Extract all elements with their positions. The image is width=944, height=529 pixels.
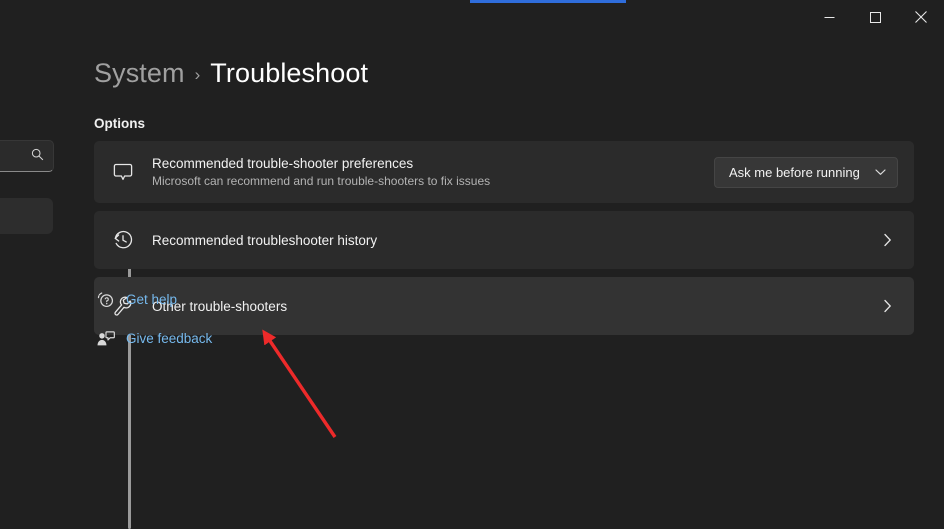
card-text: Recommended trouble-shooter preferences … — [148, 156, 714, 188]
chevron-right-icon: › — [194, 64, 201, 84]
maximize-button[interactable] — [852, 0, 898, 34]
close-button[interactable] — [898, 0, 944, 34]
footer-links: Get help Give feedback — [88, 284, 212, 362]
window-controls — [806, 0, 944, 34]
card-title: Recommended trouble-shooter preferences — [152, 156, 414, 171]
feedback-person-icon — [88, 329, 122, 348]
chevron-right-icon — [876, 233, 898, 247]
card-text: Other trouble-shooters — [148, 299, 876, 314]
card-troubleshooter-history[interactable]: Recommended troubleshooter history — [94, 211, 914, 269]
page-title: Troubleshoot — [210, 58, 369, 88]
recommended-preferences-dropdown[interactable]: Ask me before running — [714, 156, 898, 188]
breadcrumb: System › Troubleshoot — [94, 58, 368, 89]
give-feedback-label: Give feedback — [126, 330, 213, 346]
get-help-label: Get help — [126, 291, 178, 307]
minimize-button[interactable] — [806, 0, 852, 34]
card-title: Other trouble-shooters — [152, 298, 288, 314]
chevron-right-icon — [876, 299, 898, 313]
card-other-troubleshooters[interactable]: Other trouble-shooters — [94, 277, 914, 335]
card-title: Recommended troubleshooter history — [152, 232, 378, 248]
card-text: Recommended troubleshooter history — [148, 233, 876, 248]
chevron-down-icon — [875, 168, 886, 176]
sidebar-search-box[interactable] — [0, 140, 54, 172]
main-content: System › Troubleshoot Options Recommende… — [66, 34, 944, 506]
get-help-link[interactable]: Get help — [88, 284, 212, 314]
title-bar — [0, 0, 944, 34]
breadcrumb-root-link[interactable]: System — [94, 58, 185, 89]
give-feedback-link[interactable]: Give feedback — [88, 323, 212, 353]
comment-bubble-icon — [112, 161, 148, 183]
help-question-icon — [88, 290, 122, 309]
card-troubleshooter-preferences[interactable]: Recommended trouble-shooter preferences … — [94, 141, 914, 203]
card-subtitle: Microsoft can recommend and run trouble-… — [152, 174, 491, 188]
navigation-sidebar — [0, 34, 66, 506]
settings-window: System › Troubleshoot Options Recommende… — [0, 0, 944, 529]
options-list: Recommended trouble-shooter preferences … — [94, 141, 914, 343]
dropdown-value: Ask me before running — [729, 164, 860, 180]
search-icon — [31, 148, 44, 166]
sidebar-selected-item[interactable] — [0, 198, 53, 234]
section-label: Options — [94, 116, 145, 131]
history-clock-icon — [112, 229, 148, 251]
